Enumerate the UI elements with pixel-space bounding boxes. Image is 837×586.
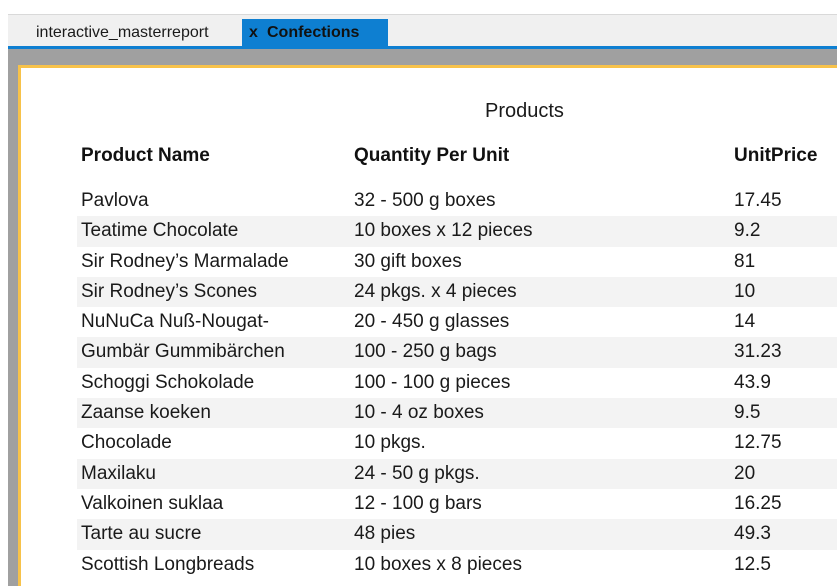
close-icon[interactable]: x (249, 19, 267, 47)
quantity-cell: 100 - 250 g bags (354, 341, 497, 363)
quantity-cell: 10 boxes x 12 pieces (354, 220, 533, 242)
document-tab-bar: interactive_masterreport x Confections (8, 14, 837, 47)
table-row: Zaanse koeken 10 - 4 oz boxes 9.5 (21, 398, 837, 429)
unit-price-cell: 43.9 (734, 371, 771, 393)
table-row: Pavlova 32 - 500 g boxes 17.45 (21, 186, 837, 216)
product-name-cell: Chocolade (81, 432, 172, 454)
product-name-cell: Schoggi Schokolade (81, 371, 255, 393)
product-name-cell: Maxilaku (81, 462, 156, 484)
tab-confections[interactable]: x Confections (242, 19, 388, 47)
unit-price-cell: 81 (734, 250, 756, 272)
table-row: Scottish Longbreads 10 boxes x 8 pieces … (21, 550, 837, 580)
product-name-cell: Teatime Chocolate (81, 220, 239, 242)
table-row: Schoggi Schokolade 100 - 100 g pieces 43… (21, 368, 837, 398)
column-header-product-name: Product Name (81, 145, 210, 166)
product-name-cell: Tarte au sucre (81, 523, 202, 545)
quantity-cell: 100 - 100 g pieces (354, 371, 511, 393)
report-canvas[interactable]: Products Product Name Quantity Per Unit … (8, 49, 837, 586)
quantity-cell: 10 boxes x 8 pieces (354, 553, 522, 575)
table-row: Maxilaku 24 - 50 g pkgs. 20 (21, 458, 837, 490)
quantity-cell: 30 gift boxes (354, 250, 462, 272)
table-row: NuNuCa Nuß-Nougat- 20 - 450 g glasses 14 (21, 307, 837, 337)
unit-price-cell: 16.25 (734, 492, 782, 514)
product-name-cell: Pavlova (81, 190, 149, 211)
unit-price-cell: 9.5 (734, 402, 761, 424)
table-row: Sir Rodney’s Scones 24 pkgs. x 4 pieces … (21, 276, 837, 308)
product-name-cell: Sir Rodney’s Scones (81, 280, 258, 302)
quantity-cell: 20 - 450 g glasses (354, 311, 510, 333)
product-name-cell: Sir Rodney’s Marmalade (81, 250, 289, 272)
unit-price-cell: 12.5 (734, 553, 771, 575)
tab-label: Confections (267, 24, 360, 41)
table-row: Tarte au sucre 48 pies 49.3 (21, 519, 837, 550)
quantity-cell: 10 - 4 oz boxes (354, 402, 484, 424)
unit-price-cell: 10 (734, 280, 756, 302)
table-row: Chocolade 10 pkgs. 12.75 (21, 428, 837, 458)
report-title: Products (485, 100, 564, 122)
product-name-cell: Scottish Longbreads (81, 553, 255, 575)
quantity-cell: 24 pkgs. x 4 pieces (354, 280, 517, 302)
table-row: Valkoinen suklaa 12 - 100 g bars 16.25 (21, 489, 837, 519)
tab-interactive-masterreport[interactable]: interactive_masterreport (8, 19, 242, 47)
unit-price-cell: 20 (734, 462, 756, 484)
product-name-cell: NuNuCa Nuß-Nougat- (81, 311, 269, 333)
quantity-cell: 10 pkgs. (354, 432, 426, 454)
quantity-cell: 12 - 100 g bars (354, 492, 482, 514)
unit-price-cell: 17.45 (734, 190, 782, 211)
report-page: Products Product Name Quantity Per Unit … (18, 65, 837, 586)
unit-price-cell: 14 (734, 311, 756, 333)
unit-price-cell: 9.2 (734, 220, 761, 242)
table-row: Teatime Chocolate 10 boxes x 12 pieces 9… (21, 216, 837, 247)
column-header-unit-price: UnitPrice (734, 145, 818, 166)
report-rows: Pavlova 32 - 500 g boxes 17.45 Teatime C… (21, 186, 837, 580)
unit-price-cell: 31.23 (734, 341, 782, 363)
table-row: Gumbär Gummibärchen 100 - 250 g bags 31.… (21, 337, 837, 369)
quantity-cell: 32 - 500 g boxes (354, 190, 496, 211)
product-name-cell: Gumbär Gummibärchen (81, 341, 285, 363)
column-header-quantity-per-unit: Quantity Per Unit (354, 145, 510, 166)
tab-label: interactive_masterreport (36, 24, 209, 41)
report-viewer: interactive_masterreport x Confections Pr… (0, 0, 837, 586)
quantity-cell: 48 pies (354, 523, 416, 545)
unit-price-cell: 12.75 (734, 432, 782, 454)
unit-price-cell: 49.3 (734, 523, 771, 545)
quantity-cell: 24 - 50 g pkgs. (354, 462, 480, 484)
table-row: Sir Rodney’s Marmalade 30 gift boxes 81 (21, 247, 837, 277)
product-name-cell: Zaanse koeken (81, 402, 211, 424)
product-name-cell: Valkoinen suklaa (81, 492, 224, 514)
